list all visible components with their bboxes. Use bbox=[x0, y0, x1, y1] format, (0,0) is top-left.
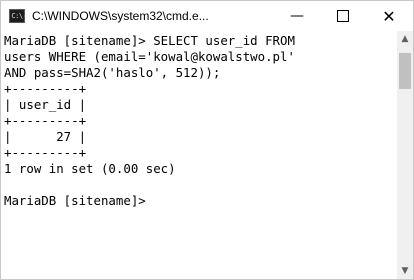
minimize-button[interactable]: — bbox=[274, 1, 320, 31]
cmd-window: C:\ C:\WINDOWS\system32\cmd.e... — ✕ Mar… bbox=[0, 0, 414, 280]
scroll-up-arrow-icon[interactable]: ▲ bbox=[397, 31, 413, 47]
scroll-down-arrow-icon[interactable]: ▼ bbox=[397, 263, 413, 279]
console-line: AND pass=SHA2('haslo', 512)); bbox=[4, 65, 221, 80]
console-line: +---------+ bbox=[4, 81, 87, 96]
console-line: 1 row in set (0.00 sec) bbox=[4, 161, 176, 176]
cmd-app-icon[interactable]: C:\ bbox=[9, 9, 25, 23]
minimize-icon: — bbox=[290, 8, 304, 24]
title-bar[interactable]: C:\ C:\WINDOWS\system32\cmd.e... — ✕ bbox=[1, 1, 413, 31]
console-prompt: MariaDB [sitename]> bbox=[4, 193, 146, 208]
maximize-button[interactable] bbox=[320, 1, 366, 31]
scroll-thumb[interactable] bbox=[399, 53, 411, 89]
console-line: +---------+ bbox=[4, 145, 87, 160]
console-line: | 27 | bbox=[4, 129, 87, 144]
console-line: MariaDB [sitename]> SELECT user_id FROM bbox=[4, 33, 295, 48]
close-icon: ✕ bbox=[382, 6, 396, 26]
console-line: users WHERE (email='kowal@kowalstwo.pl' bbox=[4, 49, 295, 64]
maximize-icon bbox=[337, 10, 349, 22]
console-output[interactable]: MariaDB [sitename]> SELECT user_id FROM … bbox=[1, 31, 397, 279]
window-title: C:\WINDOWS\system32\cmd.e... bbox=[32, 9, 209, 23]
console-line: +---------+ bbox=[4, 113, 87, 128]
console-line: | user_id | bbox=[4, 97, 87, 112]
vertical-scrollbar[interactable]: ▲ ▼ bbox=[397, 31, 413, 279]
close-button[interactable]: ✕ bbox=[366, 1, 412, 31]
